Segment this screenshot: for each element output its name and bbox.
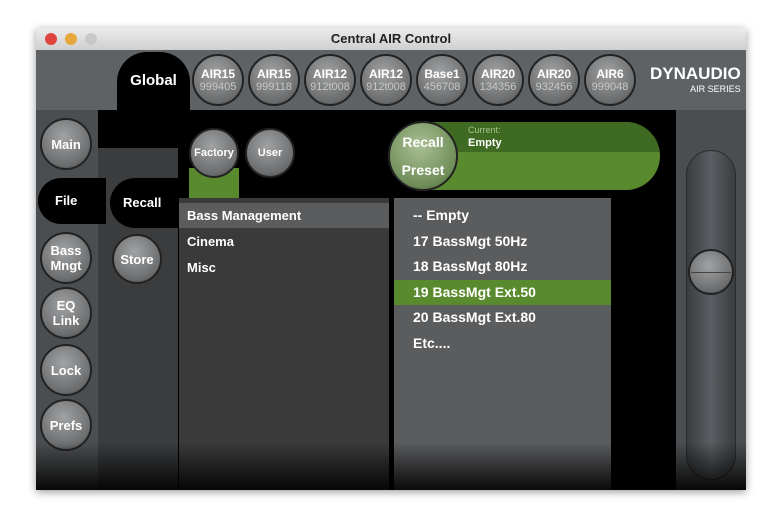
recall-preset-button[interactable]: Recall Preset bbox=[388, 121, 458, 191]
device-serial: 912t008 bbox=[310, 81, 350, 93]
category-list: Bass Management Cinema Misc bbox=[179, 198, 389, 490]
preset-item[interactable]: 17 BassMgt 50Hz bbox=[394, 229, 611, 254]
app-window: Central AIR Control Global AIR15 999405 AI… bbox=[36, 28, 746, 490]
category-item[interactable]: Bass Management bbox=[179, 203, 389, 228]
preset-item[interactable]: 19 BassMgt Ext.50 bbox=[394, 279, 611, 305]
sidebar-item[interactable]: EQ Link bbox=[40, 287, 92, 339]
logo-brand: DYNAUDIO bbox=[650, 64, 741, 83]
device-tab[interactable]: AIR15 999405 bbox=[192, 54, 244, 106]
tab-recall[interactable]: Recall bbox=[110, 178, 178, 228]
sidebar-item-label: EQ Link bbox=[52, 298, 80, 328]
category-item[interactable]: Misc bbox=[179, 255, 389, 280]
slider-track[interactable] bbox=[686, 150, 736, 480]
preset-list: -- Empty 17 BassMgt 50Hz 18 BassMgt 80Hz 19… bbox=[394, 198, 611, 490]
sidebar-item[interactable]: Main bbox=[40, 118, 92, 170]
device-serial: 999118 bbox=[256, 81, 292, 93]
device-serial: 456708 bbox=[423, 81, 461, 93]
logo-sub: AIR SERIES bbox=[690, 84, 741, 94]
sidebar-item-label: Bass Mngt bbox=[50, 243, 82, 273]
device-serial: 999405 bbox=[199, 81, 237, 93]
category-item[interactable]: Cinema bbox=[179, 229, 389, 254]
recall-label: Recall bbox=[402, 134, 444, 150]
window-title: Central AIR Control bbox=[330, 31, 452, 46]
device-tab[interactable]: AIR20 134356 bbox=[472, 54, 524, 106]
device-serial: 134356 bbox=[479, 81, 517, 93]
preset-item[interactable]: 18 BassMgt 80Hz bbox=[394, 254, 611, 279]
close-button[interactable] bbox=[45, 33, 57, 45]
zoom-button[interactable] bbox=[85, 33, 97, 45]
device-tab[interactable]: AIR12 912t008 bbox=[360, 54, 412, 106]
device-tab[interactable]: AIR6 999048 bbox=[584, 54, 636, 106]
current-label: Current: bbox=[468, 125, 501, 135]
preset-label: Preset bbox=[401, 162, 445, 178]
sidebar-item-label: File bbox=[55, 193, 78, 208]
device-model: AIR12 bbox=[312, 67, 347, 81]
device-tab[interactable]: AIR15 999118 bbox=[248, 54, 300, 106]
sidebar-item[interactable]: Prefs bbox=[40, 399, 92, 451]
tab-global[interactable]: Global bbox=[117, 52, 190, 110]
device-model: AIR20 bbox=[480, 67, 515, 81]
device-model: AIR20 bbox=[536, 67, 571, 81]
device-model: AIR12 bbox=[368, 67, 403, 81]
device-serial: 912t008 bbox=[366, 81, 406, 93]
current-value: Empty bbox=[468, 137, 502, 149]
device-tab[interactable]: Base1 456708 bbox=[416, 54, 468, 106]
device-model: AIR15 bbox=[256, 67, 291, 81]
sidebar-item[interactable]: Bass Mngt bbox=[40, 232, 92, 284]
minimize-button[interactable] bbox=[65, 33, 77, 45]
device-serial: 932456 bbox=[535, 81, 573, 93]
preset-item[interactable]: Etc.... bbox=[394, 331, 611, 356]
user-button[interactable]: User bbox=[245, 128, 295, 178]
dynaudio-logo: DYNAUDIO AIR SERIES bbox=[650, 64, 741, 94]
device-tab[interactable]: AIR12 912t008 bbox=[304, 54, 356, 106]
sidebar-item-label: Main bbox=[51, 136, 81, 152]
sidebar-item[interactable]: Lock bbox=[40, 344, 92, 396]
store-button[interactable]: Store bbox=[112, 234, 162, 284]
sidebar-item-label: Prefs bbox=[49, 417, 83, 433]
title-bar: Central AIR Control bbox=[36, 28, 746, 50]
sidebar-item-file[interactable]: File bbox=[38, 178, 106, 224]
device-tab[interactable]: AIR20 932456 bbox=[528, 54, 580, 106]
device-serial: 999048 bbox=[591, 81, 629, 93]
factory-button[interactable]: Factory bbox=[189, 128, 239, 178]
preset-item[interactable]: 20 BassMgt Ext.80 bbox=[394, 305, 611, 330]
device-model: Base1 bbox=[424, 67, 460, 81]
sidebar-item-label: Lock bbox=[50, 362, 82, 378]
device-model: AIR15 bbox=[200, 67, 235, 81]
preset-item[interactable]: -- Empty bbox=[394, 203, 611, 228]
device-model: AIR6 bbox=[596, 67, 624, 81]
